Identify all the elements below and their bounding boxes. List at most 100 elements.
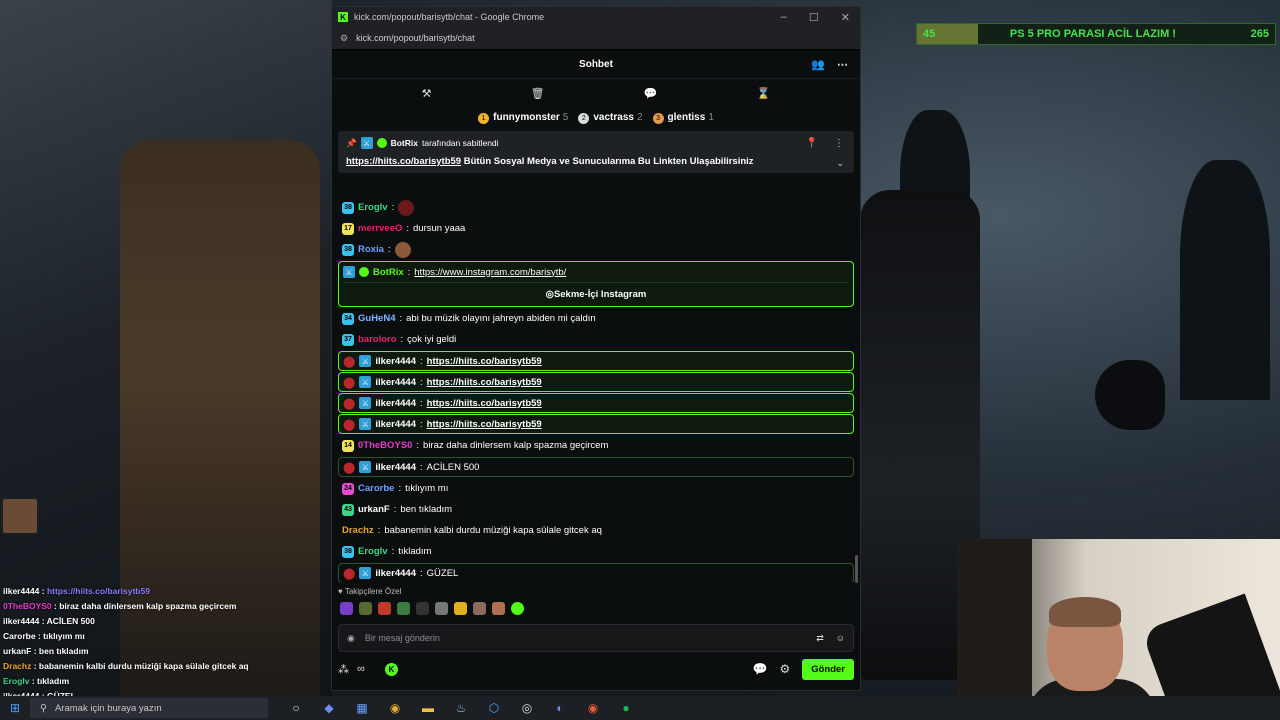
chat-username[interactable]: Carorbe: [358, 483, 394, 494]
url-text[interactable]: kick.com/popout/barisytb/chat: [356, 33, 475, 43]
translate-icon[interactable]: ⇄: [816, 633, 824, 644]
emote-item[interactable]: [473, 602, 486, 615]
sword-badge-icon: ⚔: [359, 355, 372, 367]
bot-username[interactable]: BotRix: [373, 267, 404, 278]
chat-message: ⬤ ⚔ ilker4444: https://hiits.co/barisytb59: [338, 351, 854, 371]
overlay-text: tıkladım: [37, 676, 70, 686]
steam-icon[interactable]: ♨: [451, 699, 471, 717]
chat-username[interactable]: ilker4444: [375, 462, 416, 473]
chat-message: 38 Roxia:: [332, 239, 860, 260]
chat-scrollbar[interactable]: [855, 555, 858, 583]
chat-messages: 38 Eroglv: 17 merrveeO: dursun yaaa 38 Roxia: ⚔…: [332, 197, 860, 582]
emoji-icon[interactable]: ☺: [836, 633, 845, 644]
separator: :: [420, 461, 423, 473]
minimize-button[interactable]: –: [781, 11, 787, 24]
bot-link[interactable]: https://www.instagram.com/barisytb/: [414, 267, 566, 278]
close-button[interactable]: ✕: [841, 11, 850, 24]
chat-username[interactable]: merrveeO: [358, 223, 402, 234]
app-icon[interactable]: ◆: [319, 699, 339, 717]
hourglass-icon[interactable]: ⌛: [757, 87, 771, 100]
hammer-icon[interactable]: ⚒: [422, 87, 432, 100]
chat-link[interactable]: https://hiits.co/barisytb59: [427, 398, 542, 409]
chat-message: 37 baroloro: çok iyi geldi: [332, 329, 860, 350]
address-bar[interactable]: ⚙ kick.com/popout/barisytb/chat: [332, 27, 860, 50]
taskbar-search-placeholder[interactable]: Aramak için buraya yazın: [55, 703, 162, 714]
app-icon[interactable]: ◎: [517, 699, 537, 717]
emote-item[interactable]: [454, 602, 467, 615]
separator: :: [416, 440, 420, 451]
users-icon[interactable]: 👥: [811, 58, 825, 71]
chat-tools-icon[interactable]: ⁂: [338, 663, 349, 676]
app-icon[interactable]: ⬡: [484, 699, 504, 717]
chat-username[interactable]: Eroglv: [358, 546, 388, 557]
chat-title: Sohbet: [579, 58, 613, 70]
sub-badge-icon: 38: [342, 545, 354, 558]
overlay-username: 0TheBOYS0: [3, 601, 52, 611]
chat-bubble-icon[interactable]: 💬: [644, 87, 658, 100]
kick-logo-icon[interactable]: K: [384, 662, 398, 676]
site-info-icon[interactable]: ⚙: [340, 33, 348, 44]
file-explorer-icon[interactable]: ▬: [418, 699, 438, 717]
infinity-icon[interactable]: ∞: [357, 663, 365, 675]
send-button[interactable]: Gönder: [802, 658, 854, 680]
emote-item[interactable]: [340, 602, 353, 615]
chat-link[interactable]: https://hiits.co/barisytb59: [427, 377, 542, 388]
sub-badge-icon: 14: [342, 439, 354, 452]
chat-link[interactable]: https://hiits.co/barisytb59: [427, 356, 542, 367]
gifter-item[interactable]: 1 funnymonster 5: [478, 112, 568, 124]
pinned-more-icon[interactable]: ⋮: [834, 138, 844, 149]
chat-username[interactable]: 0TheBOYS0: [358, 440, 412, 451]
chat-username[interactable]: ilker4444: [375, 398, 416, 409]
more-options-icon[interactable]: ⋯: [837, 58, 848, 71]
chat-message: ⬤ ⚔ ilker4444: https://hiits.co/barisytb59: [338, 393, 854, 413]
chat-message: 17 merrveeO: dursun yaaa: [332, 218, 860, 239]
chat-username[interactable]: ilker4444: [375, 568, 416, 579]
gifter-item[interactable]: 3 glentiss 1: [652, 112, 714, 124]
pinned-by-user[interactable]: BotRix: [391, 138, 418, 148]
kick-favicon-icon: K: [338, 12, 348, 22]
instagram-command-button[interactable]: ◎ Sekme-İçi Instagram: [343, 282, 849, 305]
spotify-icon[interactable]: ●: [616, 699, 636, 717]
chat-username[interactable]: ilker4444: [375, 419, 416, 430]
chat-username[interactable]: ilker4444: [375, 356, 416, 367]
calculator-icon[interactable]: ▦: [352, 699, 372, 717]
message-placeholder[interactable]: Bir mesaj gönderin: [365, 633, 440, 643]
discord-icon[interactable]: ◐: [550, 699, 570, 717]
emote-icon: [394, 241, 411, 258]
emote-item[interactable]: [416, 602, 429, 615]
chat-bubble-small-icon[interactable]: 💬: [753, 662, 768, 676]
chat-link[interactable]: https://hiits.co/barisytb59: [427, 419, 542, 430]
chat-text: tıklıyım mı: [405, 483, 449, 494]
separator: :: [420, 376, 423, 388]
chat-username[interactable]: Roxia: [358, 244, 384, 255]
sub-badge-icon: 37: [342, 333, 354, 346]
chat-message: ⬤ ⚔ ilker4444: https://hiits.co/barisytb59: [338, 414, 854, 434]
pinned-link[interactable]: https://hiits.co/barisytb59: [346, 156, 461, 167]
message-options-icon[interactable]: ◉: [347, 633, 355, 644]
emote-item[interactable]: [511, 602, 524, 615]
maximize-button[interactable]: ☐: [809, 11, 819, 24]
settings-gear-icon[interactable]: ⚙: [779, 662, 790, 676]
windows-start-icon[interactable]: ⊞: [0, 701, 30, 715]
chevron-down-icon[interactable]: ⌄: [836, 158, 844, 169]
emote-item[interactable]: [378, 602, 391, 615]
chrome-icon[interactable]: ◉: [385, 699, 405, 717]
chat-username[interactable]: baroloro: [358, 334, 397, 345]
message-input[interactable]: ◉ Bir mesaj gönderin ⇄ ☺: [338, 624, 854, 652]
chat-username[interactable]: ilker4444: [375, 377, 416, 388]
chat-username[interactable]: Eroglv: [358, 202, 388, 213]
chrome-active-icon[interactable]: ◉: [583, 699, 603, 717]
unpin-icon[interactable]: 📍: [806, 138, 818, 149]
chat-username[interactable]: Drachz: [342, 525, 374, 536]
task-view-icon[interactable]: ○: [286, 699, 306, 717]
emote-item[interactable]: [359, 602, 372, 615]
gifter-item[interactable]: 2 vactrass 2: [578, 112, 643, 124]
trash-icon[interactable]: 🗑: [531, 87, 545, 100]
chat-username[interactable]: GuHeN4: [358, 313, 395, 324]
sword-badge-icon: ⚔: [359, 376, 372, 388]
emote-item[interactable]: [492, 602, 505, 615]
chat-username[interactable]: urkanF: [358, 504, 390, 515]
emote-item[interactable]: [435, 602, 448, 615]
taskbar-search[interactable]: ⚲ Aramak için buraya yazın: [30, 698, 268, 718]
emote-item[interactable]: [397, 602, 410, 615]
